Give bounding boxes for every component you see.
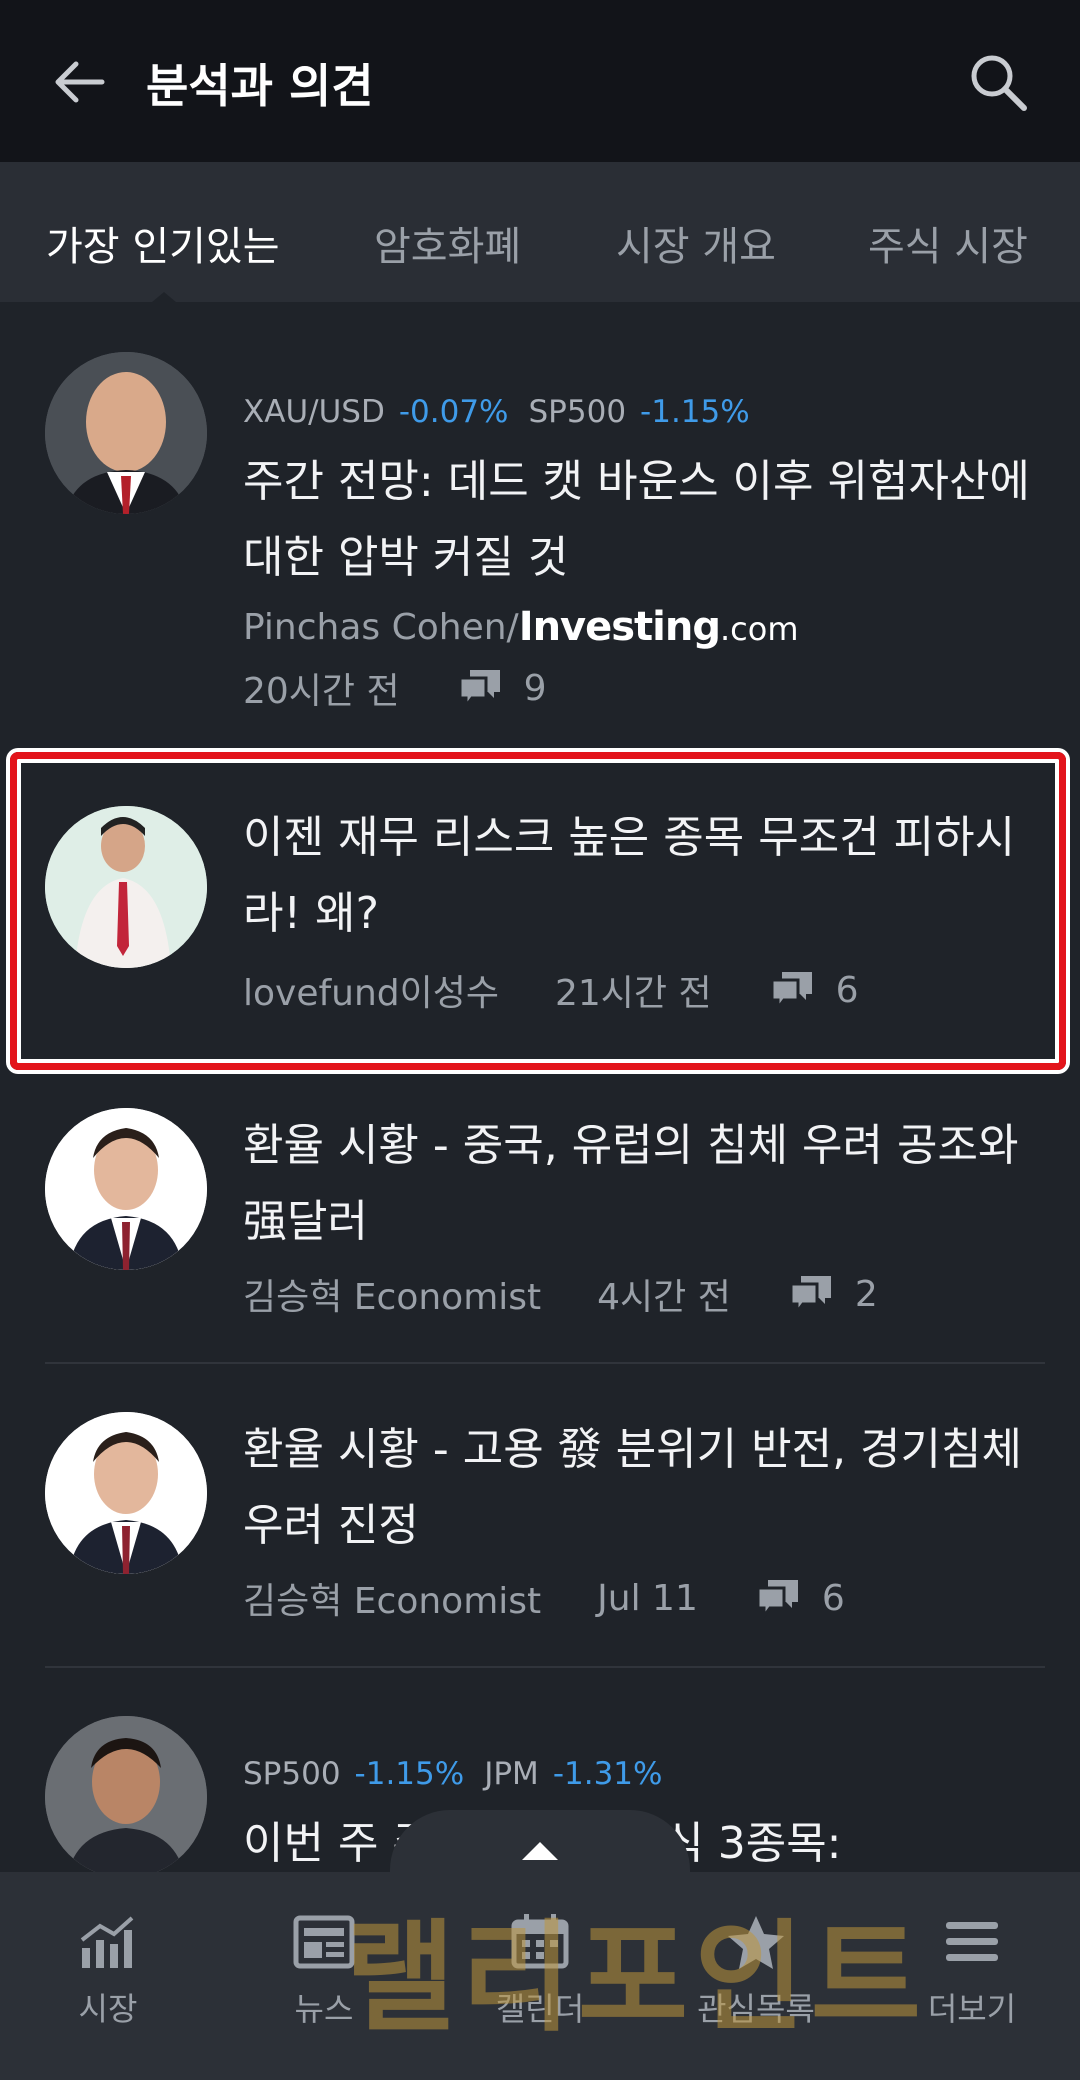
avatar [45,352,207,514]
article-meta: 김승혁 Economist Jul 11 6 [243,1572,845,1624]
list-item[interactable]: 환율 시황 - 중국, 유럽의 침체 우려 공조와 强달러 김승혁 Econom… [0,1070,1080,1362]
ticker-row: SP500 -1.15% JPM -1.31% [243,1756,682,1792]
tab-market-overview[interactable]: 시장 개요 [616,214,776,272]
ticker-symbol[interactable]: JPM [484,1756,539,1792]
comment-count: 6 [821,1577,845,1619]
page-title: 분석과 의견 [146,59,374,113]
article-meta: 20시간 전 9 [243,662,547,714]
nav-market[interactable]: 시장 [18,1912,198,2030]
chevron-up-icon[interactable] [522,1842,558,1860]
article-author: 김승혁 Economist [243,1277,542,1318]
avatar [45,1412,207,1574]
comment-icon [789,1276,831,1316]
ticker-change: -1.15% [640,394,750,430]
nav-label: 시장 [78,1990,138,2028]
article-time: Jul 11 [597,1577,698,1619]
back-arrow-icon[interactable] [48,52,108,112]
comment-icon [458,670,500,710]
article-time: 4시간 전 [597,1277,731,1318]
highlight-box [10,752,1066,1070]
article-headline[interactable]: 환율 시황 - 중국, 유럽의 침체 우려 공조와 强달러 [243,1108,1043,1260]
article-meta: 김승혁 Economist 4시간 전 2 [243,1268,878,1320]
list-item[interactable]: 환율 시황 - 고용 發 분위기 반전, 경기침체 우려 진정 김승혁 Econ… [0,1364,1080,1666]
comment-count: 2 [854,1273,878,1315]
ticker-row: XAU/USD -0.07% SP500 -1.15% [243,394,770,430]
menu-icon [946,1922,998,1961]
article-author: 김승혁 Economist [243,1581,542,1622]
comment-count: 9 [523,667,547,709]
avatar [45,1108,207,1270]
list-item[interactable]: XAU/USD -0.07% SP500 -1.15% 주간 전망: 데드 캣 바운스… [0,302,1080,752]
app-bar: 분석과 의견 [0,0,1080,162]
comment-icon [756,1580,798,1620]
investing-logo: Investing.com [518,604,799,650]
article-author-row: Pinchas Cohen/ Investing.com [243,604,799,650]
article-headline[interactable]: 주간 전망: 데드 캣 바운스 이후 위험자산에 대한 압박 커질 것 [243,444,1043,596]
watermark: 랠리포인트 [345,1909,927,2048]
tab-crypto[interactable]: 암호화폐 [374,214,521,272]
market-chart-icon [80,1916,134,1968]
article-time: 20시간 전 [243,671,400,712]
category-tabs: 가장 인기있는 암호화폐 시장 개요 주식 시장 [0,162,1080,302]
tab-most-popular[interactable]: 가장 인기있는 [46,214,280,272]
ticker-symbol[interactable]: SP500 [243,1756,341,1792]
ticker-change: -1.15% [354,1756,465,1792]
ticker-symbol[interactable]: XAU/USD [243,394,385,430]
ticker-change: -0.07% [398,394,509,430]
ticker-change: -1.31% [552,1756,663,1792]
tab-stock-market[interactable]: 주식 시장 [868,214,1028,272]
ticker-symbol[interactable]: SP500 [529,394,627,430]
article-author: Pinchas Cohen/ [243,606,519,648]
avatar [45,1716,207,1878]
search-icon[interactable] [966,50,1030,114]
article-headline[interactable]: 환율 시황 - 고용 發 분위기 반전, 경기침체 우려 진정 [243,1412,1043,1564]
active-tab-indicator [152,292,176,302]
